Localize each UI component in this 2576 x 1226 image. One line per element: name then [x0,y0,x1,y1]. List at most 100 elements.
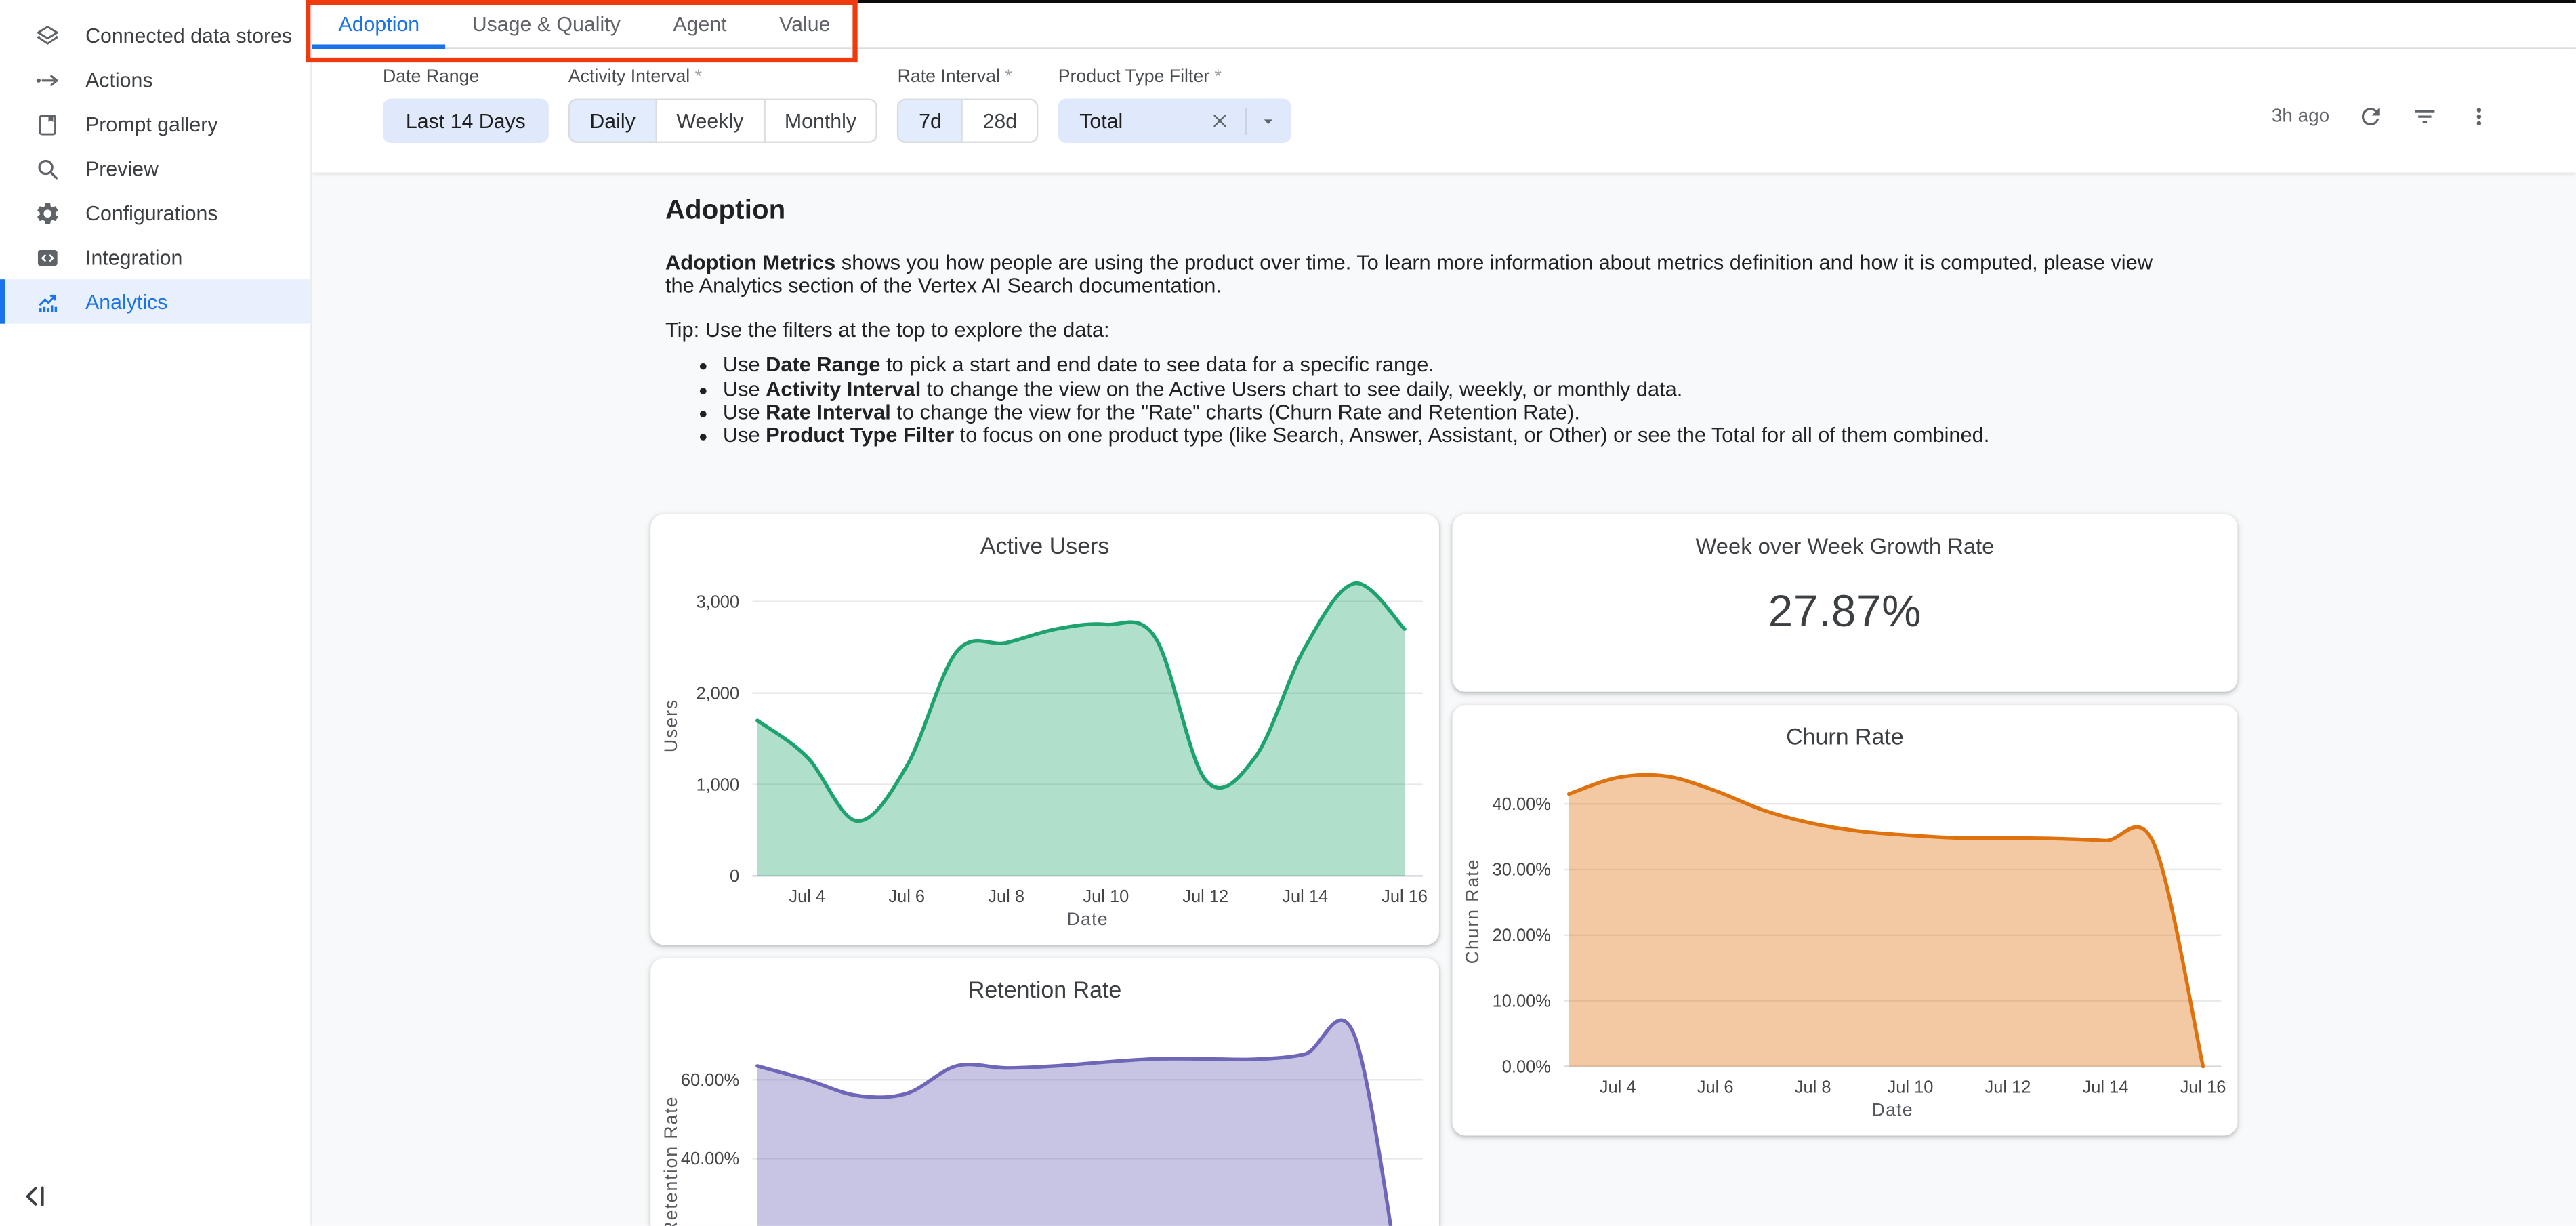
sidebar-item-connected-data-stores[interactable]: Connected data stores [0,13,310,57]
sidebar-item-integration[interactable]: Integration [0,235,310,279]
svg-text:0: 0 [730,867,739,886]
tab-value[interactable]: Value [753,0,856,47]
svg-text:40.00%: 40.00% [681,1149,739,1168]
caret-down-icon[interactable] [1259,111,1279,131]
active-users-chart[interactable]: 01,0002,0003,000Jul 4Jul 6Jul 8Jul 10Jul… [650,514,1439,945]
svg-text:Jul 16: Jul 16 [1382,887,1428,906]
svg-text:Jul 6: Jul 6 [888,887,925,906]
gear-icon [35,200,61,226]
activity-interval-filter: Activity Interval * DailyWeeklyMonthly [568,67,878,172]
analytics-icon [35,289,61,315]
tab-label: Value [779,12,830,35]
x-clear-icon[interactable] [1209,110,1231,131]
sidebar-item-label: Integration [85,245,182,268]
tab-label: Usage & Quality [472,12,621,35]
retention-rate-chart[interactable]: 0.00%20.00%40.00%60.00%Jul 4Jul 6Jul 8Ju… [650,958,1439,1226]
churn-rate-card: 0.00%10.00%20.00%30.00%40.00%Jul 4Jul 6J… [1452,705,2237,1135]
intro-text-block: Adoption Adoption Metrics shows you how … [665,196,2180,449]
svg-text:Jul 12: Jul 12 [1985,1078,2031,1097]
combo-divider [1245,108,1247,134]
growth-rate-card: Week over Week Growth Rate 27.87% [1452,514,2237,692]
content-area: Adoption Adoption Metrics shows you how … [312,173,2576,1226]
sidebar-item-prompt-gallery[interactable]: Prompt gallery [0,102,310,146]
svg-text:Jul 14: Jul 14 [1282,887,1328,906]
sidebar-collapse-button[interactable] [20,1180,52,1212]
top-edge-strip [858,0,2576,3]
activity-interval-segmented-control: DailyWeeklyMonthly [568,98,878,142]
tip-item: Use Rate Interval to change the view for… [723,401,2180,425]
tip-item: Use Product Type Filter to focus on one … [723,425,2180,449]
sidebar-item-label: Actions [85,68,152,91]
retention-rate-card: 0.00%20.00%40.00%60.00%Jul 4Jul 6Jul 8Ju… [650,958,1439,1226]
last-refreshed: 3h ago [2272,107,2329,127]
svg-text:Jul 6: Jul 6 [1697,1078,1734,1097]
sidebar-item-label: Prompt gallery [85,113,217,136]
date-range-button[interactable]: Last 14 Days [383,98,549,142]
svg-text:Jul 8: Jul 8 [1795,1078,1831,1097]
svg-text:Date: Date [1872,1099,1913,1120]
code-icon [35,244,61,270]
more-options-button[interactable] [2464,102,2494,131]
refresh-icon [2357,104,2384,130]
sidebar-item-label: Analytics [85,290,167,313]
intro-paragraph: Adoption Metrics shows you how people ar… [665,251,2180,299]
sidebar-item-actions[interactable]: Actions [0,58,310,102]
product-type-value: Total [1079,109,1209,132]
sidebar: Connected data stores Actions Prompt galle… [0,0,312,1226]
dashboard-toolbar: 3h ago [2272,102,2494,131]
svg-text:Churn Rate: Churn Rate [1462,859,1482,964]
date-range-filter: Date Range Last 14 Days [383,67,549,172]
svg-text:Jul 12: Jul 12 [1182,887,1228,906]
activity-option-daily[interactable]: Daily [568,98,657,142]
layers-icon [35,22,61,49]
tab-usage-quality[interactable]: Usage & Quality [446,0,647,47]
growth-rate-value: 27.87% [1452,587,2237,638]
svg-text:Jul 4: Jul 4 [1600,1078,1636,1097]
filter-button[interactable] [2410,102,2440,131]
sidebar-item-label: Configurations [85,201,217,224]
activity-interval-label: Activity Interval * [568,67,878,91]
product-type-select[interactable]: Total [1058,98,1291,142]
svg-text:Retention Rate: Retention Rate [661,1096,681,1226]
churn-rate-chart[interactable]: 0.00%10.00%20.00%30.00%40.00%Jul 4Jul 6J… [1452,705,2237,1135]
app-window: Connected data stores Actions Prompt galle… [0,0,2576,1226]
tab-label: Agent [673,12,726,35]
tips-list: Use Date Range to pick a start and end d… [665,354,2180,449]
sidebar-nav: Connected data stores Actions Prompt galle… [0,0,310,324]
svg-text:Date: Date [1067,909,1108,929]
arrow-right-dot-icon [35,66,61,93]
search-icon [35,155,61,182]
svg-text:Jul 16: Jul 16 [2180,1078,2226,1097]
svg-text:Active Users: Active Users [980,533,1109,559]
growth-rate-title: Week over Week Growth Rate [1452,514,2237,558]
tip-item: Use Activity Interval to change the view… [723,377,2180,401]
activity-option-monthly[interactable]: Monthly [765,98,878,142]
svg-text:3,000: 3,000 [696,592,739,611]
more-vert-icon [2466,104,2492,130]
activity-option-weekly[interactable]: Weekly [657,98,764,142]
svg-text:40.00%: 40.00% [1493,795,1551,814]
rate-interval-filter: Rate Interval * 7d28d [898,67,1039,172]
rate-option-28d[interactable]: 28d [963,98,1038,142]
svg-text:60.00%: 60.00% [681,1071,739,1090]
main-area: Adoption Usage & Quality Agent Value Date R… [312,0,2576,1226]
svg-text:Users: Users [661,699,681,752]
product-type-filter: Product Type Filter * Total [1058,67,1291,172]
sidebar-item-configurations[interactable]: Configurations [0,190,310,234]
tab-agent[interactable]: Agent [647,0,753,47]
rate-option-7d[interactable]: 7d [898,98,963,142]
sidebar-item-label: Connected data stores [85,24,292,47]
product-type-filter-label: Product Type Filter * [1058,67,1291,91]
svg-text:10.00%: 10.00% [1493,992,1551,1010]
bookmark-icon [35,111,61,138]
rate-interval-segmented-control: 7d28d [898,98,1039,142]
sidebar-item-analytics[interactable]: Analytics [0,279,310,323]
svg-text:30.00%: 30.00% [1493,861,1551,880]
sidebar-item-preview[interactable]: Preview [0,146,310,190]
svg-text:20.00%: 20.00% [1493,926,1551,945]
tab-adoption[interactable]: Adoption [312,0,446,47]
svg-text:Jul 4: Jul 4 [789,887,825,906]
page-title: Adoption [665,196,2180,227]
svg-text:2,000: 2,000 [696,684,739,703]
refresh-button[interactable] [2356,102,2386,131]
